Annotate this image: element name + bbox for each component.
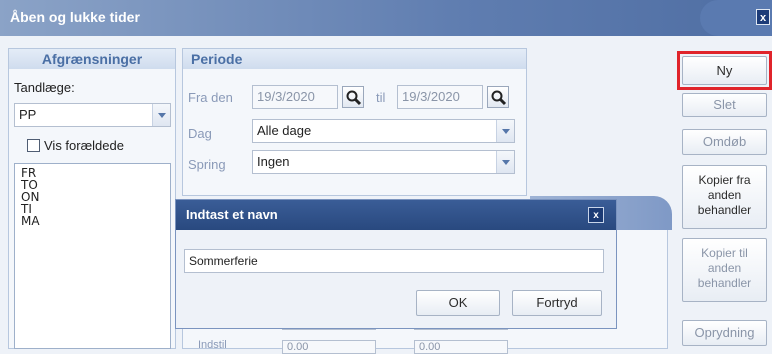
spring-label: Spring	[188, 157, 226, 172]
dag-value: Alle dage	[257, 123, 312, 138]
chevron-down-icon[interactable]	[496, 120, 514, 142]
vis-foraeldede-label: Vis forældede	[44, 138, 124, 153]
name-dialog: Indtast et navn x Sommerferie OK Fortryd	[175, 199, 617, 329]
spring-value: Ingen	[257, 154, 290, 169]
background-value-a: 0.00	[282, 340, 376, 354]
close-icon[interactable]: x	[588, 207, 604, 223]
chevron-down-icon[interactable]	[496, 151, 514, 173]
kopier-fra-button[interactable]: Kopier fra anden behandler	[682, 165, 767, 229]
afgraensninger-header: Afgrænsninger	[9, 49, 175, 69]
window-title-bar: Åben og lukke tider x	[0, 0, 772, 36]
tandlaege-label: Tandlæge:	[14, 80, 75, 95]
dialog-title: Indtast et navn	[186, 207, 278, 222]
fra-den-field[interactable]: 19/3/2020	[252, 85, 338, 109]
background-label: Indstil	[198, 339, 227, 351]
kopier-til-button[interactable]: Kopier til anden behandler	[682, 238, 767, 302]
ny-button[interactable]: Ny	[682, 56, 767, 85]
list-item[interactable]: MA	[21, 214, 40, 228]
til-field[interactable]: 19/3/2020	[397, 85, 483, 109]
spring-select[interactable]: Ingen	[252, 150, 515, 174]
tandlaege-value: PP	[19, 107, 37, 122]
magnifier-icon[interactable]	[342, 86, 364, 108]
tandlaege-select[interactable]: PP	[14, 103, 171, 127]
oprydning-button[interactable]: Oprydning	[682, 320, 767, 346]
fortryd-button[interactable]: Fortryd	[512, 290, 602, 316]
close-icon[interactable]: x	[756, 9, 770, 25]
tandlaege-list[interactable]: FR TO ON TI MA	[14, 163, 171, 349]
vis-foraeldede-checkbox[interactable]	[27, 139, 40, 152]
window-title: Åben og lukke tider	[10, 9, 140, 25]
name-input[interactable]: Sommerferie	[184, 249, 604, 273]
slet-button[interactable]: Slet	[682, 93, 767, 117]
dag-select[interactable]: Alle dage	[252, 119, 515, 143]
ok-button[interactable]: OK	[416, 290, 500, 316]
chevron-down-icon[interactable]	[152, 104, 170, 126]
til-label: til	[376, 90, 386, 105]
background-value-b: 0.00	[414, 340, 508, 354]
magnifier-icon[interactable]	[487, 86, 509, 108]
dag-label: Dag	[188, 126, 212, 141]
fra-den-label: Fra den	[188, 90, 233, 105]
dialog-title-bar: Indtast et navn x	[176, 200, 616, 230]
omdob-button[interactable]: Omdøb	[682, 129, 767, 155]
periode-header: Periode	[183, 49, 526, 69]
